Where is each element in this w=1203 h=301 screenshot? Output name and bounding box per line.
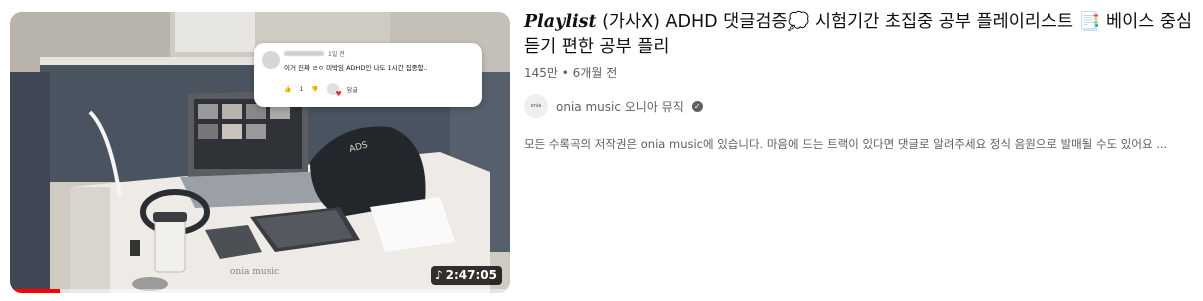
reply-label: 답글 bbox=[346, 86, 358, 94]
view-count: 145만 bbox=[524, 66, 558, 80]
comment-text: 이거 진짜 ㄹㅇ 미박임 ADHD인 나도 1시간 집중함.. bbox=[284, 64, 428, 72]
meta-separator: • bbox=[557, 66, 573, 80]
watch-progress-bar bbox=[10, 289, 510, 293]
video-info: Playlist (가사X) ADHD 댓글검증💭 시험기간 초집중 공부 플레… bbox=[524, 10, 1199, 151]
video-thumbnail[interactable]: ADS 1일 전 이거 진짜 ㄹㅇ 미박임 ADHD인 나도 1시간 집중함..… bbox=[10, 12, 510, 293]
video-title-playlist: Playlist bbox=[524, 12, 597, 32]
watch-progress-fill bbox=[10, 289, 60, 293]
commenter-avatar bbox=[262, 51, 280, 69]
thumbs-down-icon: 👎 bbox=[311, 85, 319, 93]
like-count: 1 bbox=[299, 85, 304, 93]
video-title[interactable]: Playlist (가사X) ADHD 댓글검증💭 시험기간 초집중 공부 플레… bbox=[524, 10, 1199, 60]
channel-name[interactable]: onia music 오니아 뮤직 bbox=[556, 98, 684, 115]
commenter-name-blurred bbox=[284, 51, 324, 56]
channel-avatar-text: onia bbox=[530, 103, 542, 109]
verified-check-icon: ✓ bbox=[691, 100, 703, 112]
video-metadata: 145만 • 6개월 전 bbox=[524, 64, 1199, 80]
channel-row[interactable]: onia onia music 오니아 뮤직 ✓ bbox=[524, 94, 703, 118]
thumbnail-watermark: onia music bbox=[230, 267, 280, 277]
upload-age: 6개월 전 bbox=[572, 66, 618, 80]
creator-heart-icon bbox=[326, 83, 342, 98]
comment-overlay: 1일 전 이거 진짜 ㄹㅇ 미박임 ADHD인 나도 1시간 집중함.. 👍 1… bbox=[254, 43, 482, 107]
duration-badge: ♪ 2:47:05 bbox=[430, 266, 502, 285]
comment-actions: 👍 1 👎 답글 bbox=[284, 83, 358, 98]
comment-time: 1일 전 bbox=[328, 51, 345, 58]
video-title-rest: (가사X) ADHD 댓글검증💭 시험기간 초집중 공부 플레이리스트 📑 베이… bbox=[524, 12, 1193, 57]
channel-avatar[interactable]: onia bbox=[524, 94, 548, 118]
thumbs-up-icon: 👍 bbox=[284, 85, 292, 93]
video-description: 모든 수록곡의 저작권은 onia music에 있습니다. 마음에 드는 트랙… bbox=[524, 137, 1168, 151]
music-note-icon: ♪ bbox=[434, 268, 443, 282]
duration-text: 2:47:05 bbox=[445, 268, 497, 282]
